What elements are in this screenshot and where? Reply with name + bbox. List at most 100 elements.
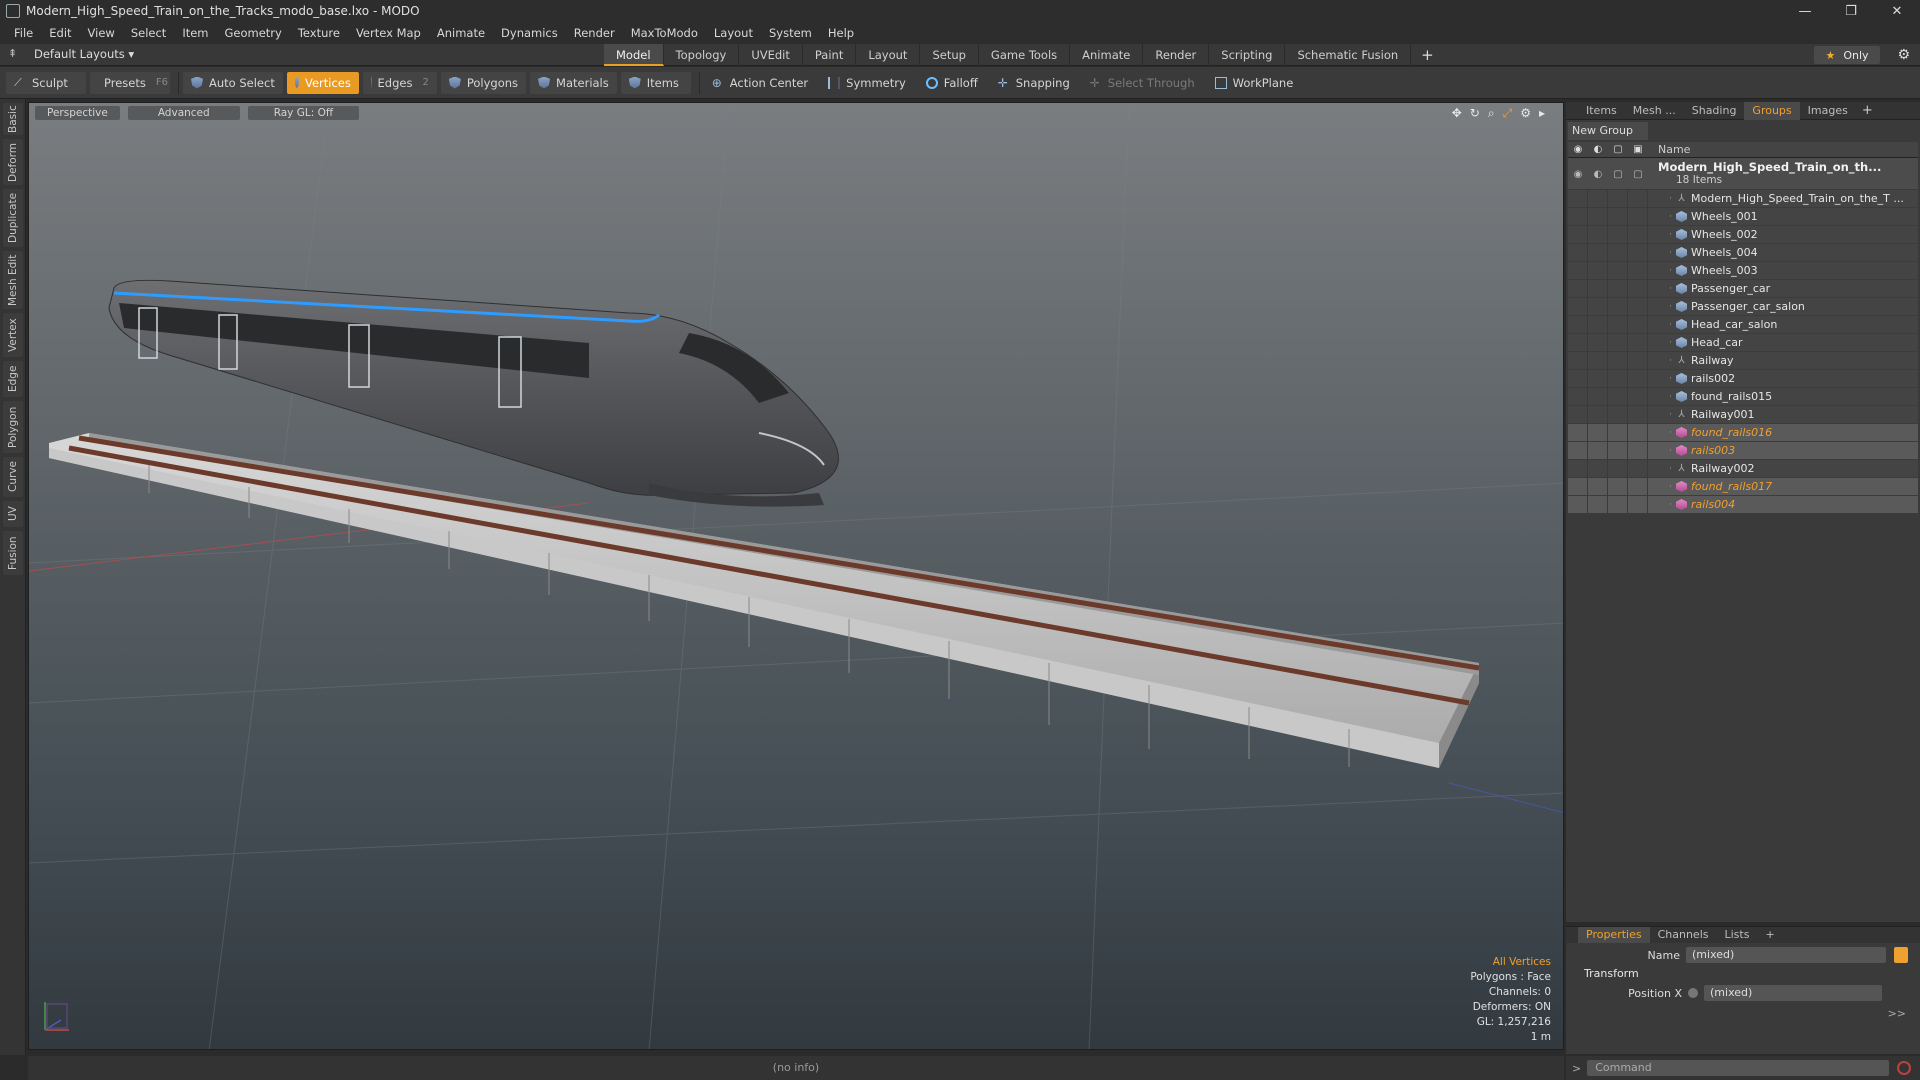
tab-paint[interactable]: Paint bbox=[803, 44, 857, 66]
visibility-cell[interactable] bbox=[1608, 369, 1628, 388]
viewport-gear-icon[interactable]: ⚙ bbox=[1520, 106, 1531, 121]
visibility-cell[interactable] bbox=[1568, 225, 1588, 244]
visibility-cell[interactable] bbox=[1568, 477, 1588, 496]
visibility-cell[interactable] bbox=[1588, 225, 1608, 244]
3d-viewport[interactable]: Perspective Advanced Ray GL: Off ✥ ↻ ⌕ ⤢… bbox=[28, 102, 1564, 1050]
group-item-row[interactable]: · rails004 bbox=[1568, 495, 1918, 514]
visibility-cell[interactable] bbox=[1608, 315, 1628, 334]
edges-button[interactable]: Edges 2 bbox=[362, 71, 437, 94]
vtab-uv[interactable]: UV bbox=[3, 501, 23, 527]
keyframe-icon[interactable] bbox=[1688, 988, 1698, 998]
group-item-row[interactable]: · Passenger_car_salon bbox=[1568, 297, 1918, 316]
visibility-cell[interactable] bbox=[1628, 261, 1648, 280]
eye-icon[interactable]: ◉ bbox=[1568, 169, 1588, 180]
tab-schematic-fusion[interactable]: Schematic Fusion bbox=[1285, 44, 1412, 66]
menu-layout[interactable]: Layout bbox=[706, 26, 761, 40]
visibility-cell[interactable] bbox=[1568, 189, 1588, 208]
tab-render[interactable]: Render bbox=[1143, 44, 1210, 66]
menu-item[interactable]: Item bbox=[174, 26, 216, 40]
menu-texture[interactable]: Texture bbox=[290, 26, 348, 40]
name-lock-icon[interactable] bbox=[1894, 947, 1908, 963]
menu-select[interactable]: Select bbox=[123, 26, 174, 40]
tab-topology[interactable]: Topology bbox=[664, 44, 740, 66]
visibility-cell[interactable] bbox=[1588, 333, 1608, 352]
group-item-row[interactable]: · ⅄ Railway bbox=[1568, 351, 1918, 370]
visibility-cell[interactable] bbox=[1608, 405, 1628, 424]
auto-select-button[interactable]: Auto Select bbox=[183, 71, 283, 94]
visibility-cell[interactable] bbox=[1628, 207, 1648, 226]
materials-button[interactable]: Materials bbox=[530, 71, 617, 94]
group-item-row[interactable]: · ⅄ Railway002 bbox=[1568, 459, 1918, 478]
visibility-cell[interactable] bbox=[1568, 315, 1588, 334]
tab-layout[interactable]: Layout bbox=[856, 44, 921, 66]
visibility-cell[interactable] bbox=[1628, 243, 1648, 262]
vtab-deform[interactable]: Deform bbox=[3, 139, 23, 185]
visibility-cell[interactable] bbox=[1568, 243, 1588, 262]
visibility-cell[interactable] bbox=[1608, 279, 1628, 298]
tab-model[interactable]: Model bbox=[604, 44, 664, 66]
falloff-button[interactable]: Falloff bbox=[918, 72, 986, 94]
tab-animate[interactable]: Animate bbox=[1070, 44, 1144, 66]
group-item-row[interactable]: · ⅄ Modern_High_Speed_Train_on_the_T ... bbox=[1568, 189, 1918, 208]
visibility-cell[interactable] bbox=[1628, 351, 1648, 370]
visibility-cell[interactable] bbox=[1588, 297, 1608, 316]
menu-dynamics[interactable]: Dynamics bbox=[493, 26, 566, 40]
workplane-button[interactable]: WorkPlane bbox=[1207, 72, 1302, 94]
menu-animate[interactable]: Animate bbox=[429, 26, 493, 40]
visibility-cell[interactable] bbox=[1628, 315, 1648, 334]
rotate-icon[interactable]: ↻ bbox=[1470, 106, 1480, 121]
lock-icon[interactable]: ▢ bbox=[1608, 169, 1628, 180]
add-properties-tab[interactable]: + bbox=[1757, 927, 1782, 943]
tab-mesh[interactable]: Mesh ... bbox=[1625, 102, 1684, 120]
tab-setup[interactable]: Setup bbox=[920, 44, 979, 66]
visibility-cell[interactable] bbox=[1588, 207, 1608, 226]
visibility-cell[interactable] bbox=[1628, 441, 1648, 460]
tab-uvedit[interactable]: UVEdit bbox=[739, 44, 803, 66]
visibility-cell[interactable] bbox=[1568, 405, 1588, 424]
tab-groups[interactable]: Groups bbox=[1744, 101, 1800, 120]
visibility-cell[interactable] bbox=[1628, 225, 1648, 244]
menu-render[interactable]: Render bbox=[566, 26, 623, 40]
visibility-cell[interactable] bbox=[1608, 441, 1628, 460]
visibility-cell[interactable] bbox=[1568, 351, 1588, 370]
pan-icon[interactable]: ✥ bbox=[1452, 106, 1462, 121]
tab-shading[interactable]: Shading bbox=[1684, 102, 1745, 120]
menu-file[interactable]: File bbox=[6, 26, 41, 40]
snapping-button[interactable]: ✛ Snapping bbox=[990, 72, 1078, 94]
position-x-field[interactable]: (mixed) bbox=[1704, 985, 1882, 1001]
vtab-duplicate[interactable]: Duplicate bbox=[3, 189, 23, 247]
visibility-cell[interactable] bbox=[1608, 225, 1628, 244]
visibility-cell[interactable] bbox=[1608, 477, 1628, 496]
group-item-row[interactable]: · found_rails015 bbox=[1568, 387, 1918, 406]
close-button[interactable]: ✕ bbox=[1874, 0, 1920, 22]
menu-maxtomodo[interactable]: MaxToModo bbox=[623, 26, 706, 40]
group-item-row[interactable]: · found_rails017 bbox=[1568, 477, 1918, 496]
vtab-fusion[interactable]: Fusion bbox=[3, 531, 23, 575]
vtab-edge[interactable]: Edge bbox=[3, 361, 23, 397]
visibility-cell[interactable] bbox=[1588, 477, 1608, 496]
tab-items[interactable]: Items bbox=[1566, 102, 1625, 120]
visibility-cell[interactable] bbox=[1628, 387, 1648, 406]
menu-vertex-map[interactable]: Vertex Map bbox=[348, 26, 429, 40]
raygl-button[interactable]: Ray GL: Off bbox=[247, 106, 360, 120]
new-group-button[interactable]: New Group bbox=[1568, 122, 1648, 140]
visibility-cell[interactable] bbox=[1568, 423, 1588, 442]
visibility-cell[interactable] bbox=[1608, 423, 1628, 442]
group-item-row[interactable]: · Wheels_004 bbox=[1568, 243, 1918, 262]
visibility-cell[interactable] bbox=[1588, 315, 1608, 334]
visibility-cell[interactable] bbox=[1608, 351, 1628, 370]
visibility-cell[interactable] bbox=[1568, 333, 1588, 352]
render-icon[interactable]: ◐ bbox=[1588, 144, 1608, 155]
menu-help[interactable]: Help bbox=[820, 26, 862, 40]
command-input[interactable]: Command bbox=[1587, 1060, 1890, 1076]
transform-section[interactable]: Transform bbox=[1566, 965, 1920, 983]
only-toggle[interactable]: ★ Only bbox=[1814, 46, 1880, 64]
visibility-cell[interactable] bbox=[1568, 261, 1588, 280]
visibility-cell[interactable] bbox=[1588, 405, 1608, 424]
gear-icon[interactable]: ⚙ bbox=[1897, 47, 1910, 63]
visibility-cell[interactable] bbox=[1568, 387, 1588, 406]
visibility-cell[interactable] bbox=[1568, 297, 1588, 316]
sculpt-button[interactable]: ⟋ Sculpt bbox=[6, 71, 86, 94]
visibility-cell[interactable] bbox=[1608, 243, 1628, 262]
lock-icon[interactable]: ▢ bbox=[1608, 144, 1628, 155]
